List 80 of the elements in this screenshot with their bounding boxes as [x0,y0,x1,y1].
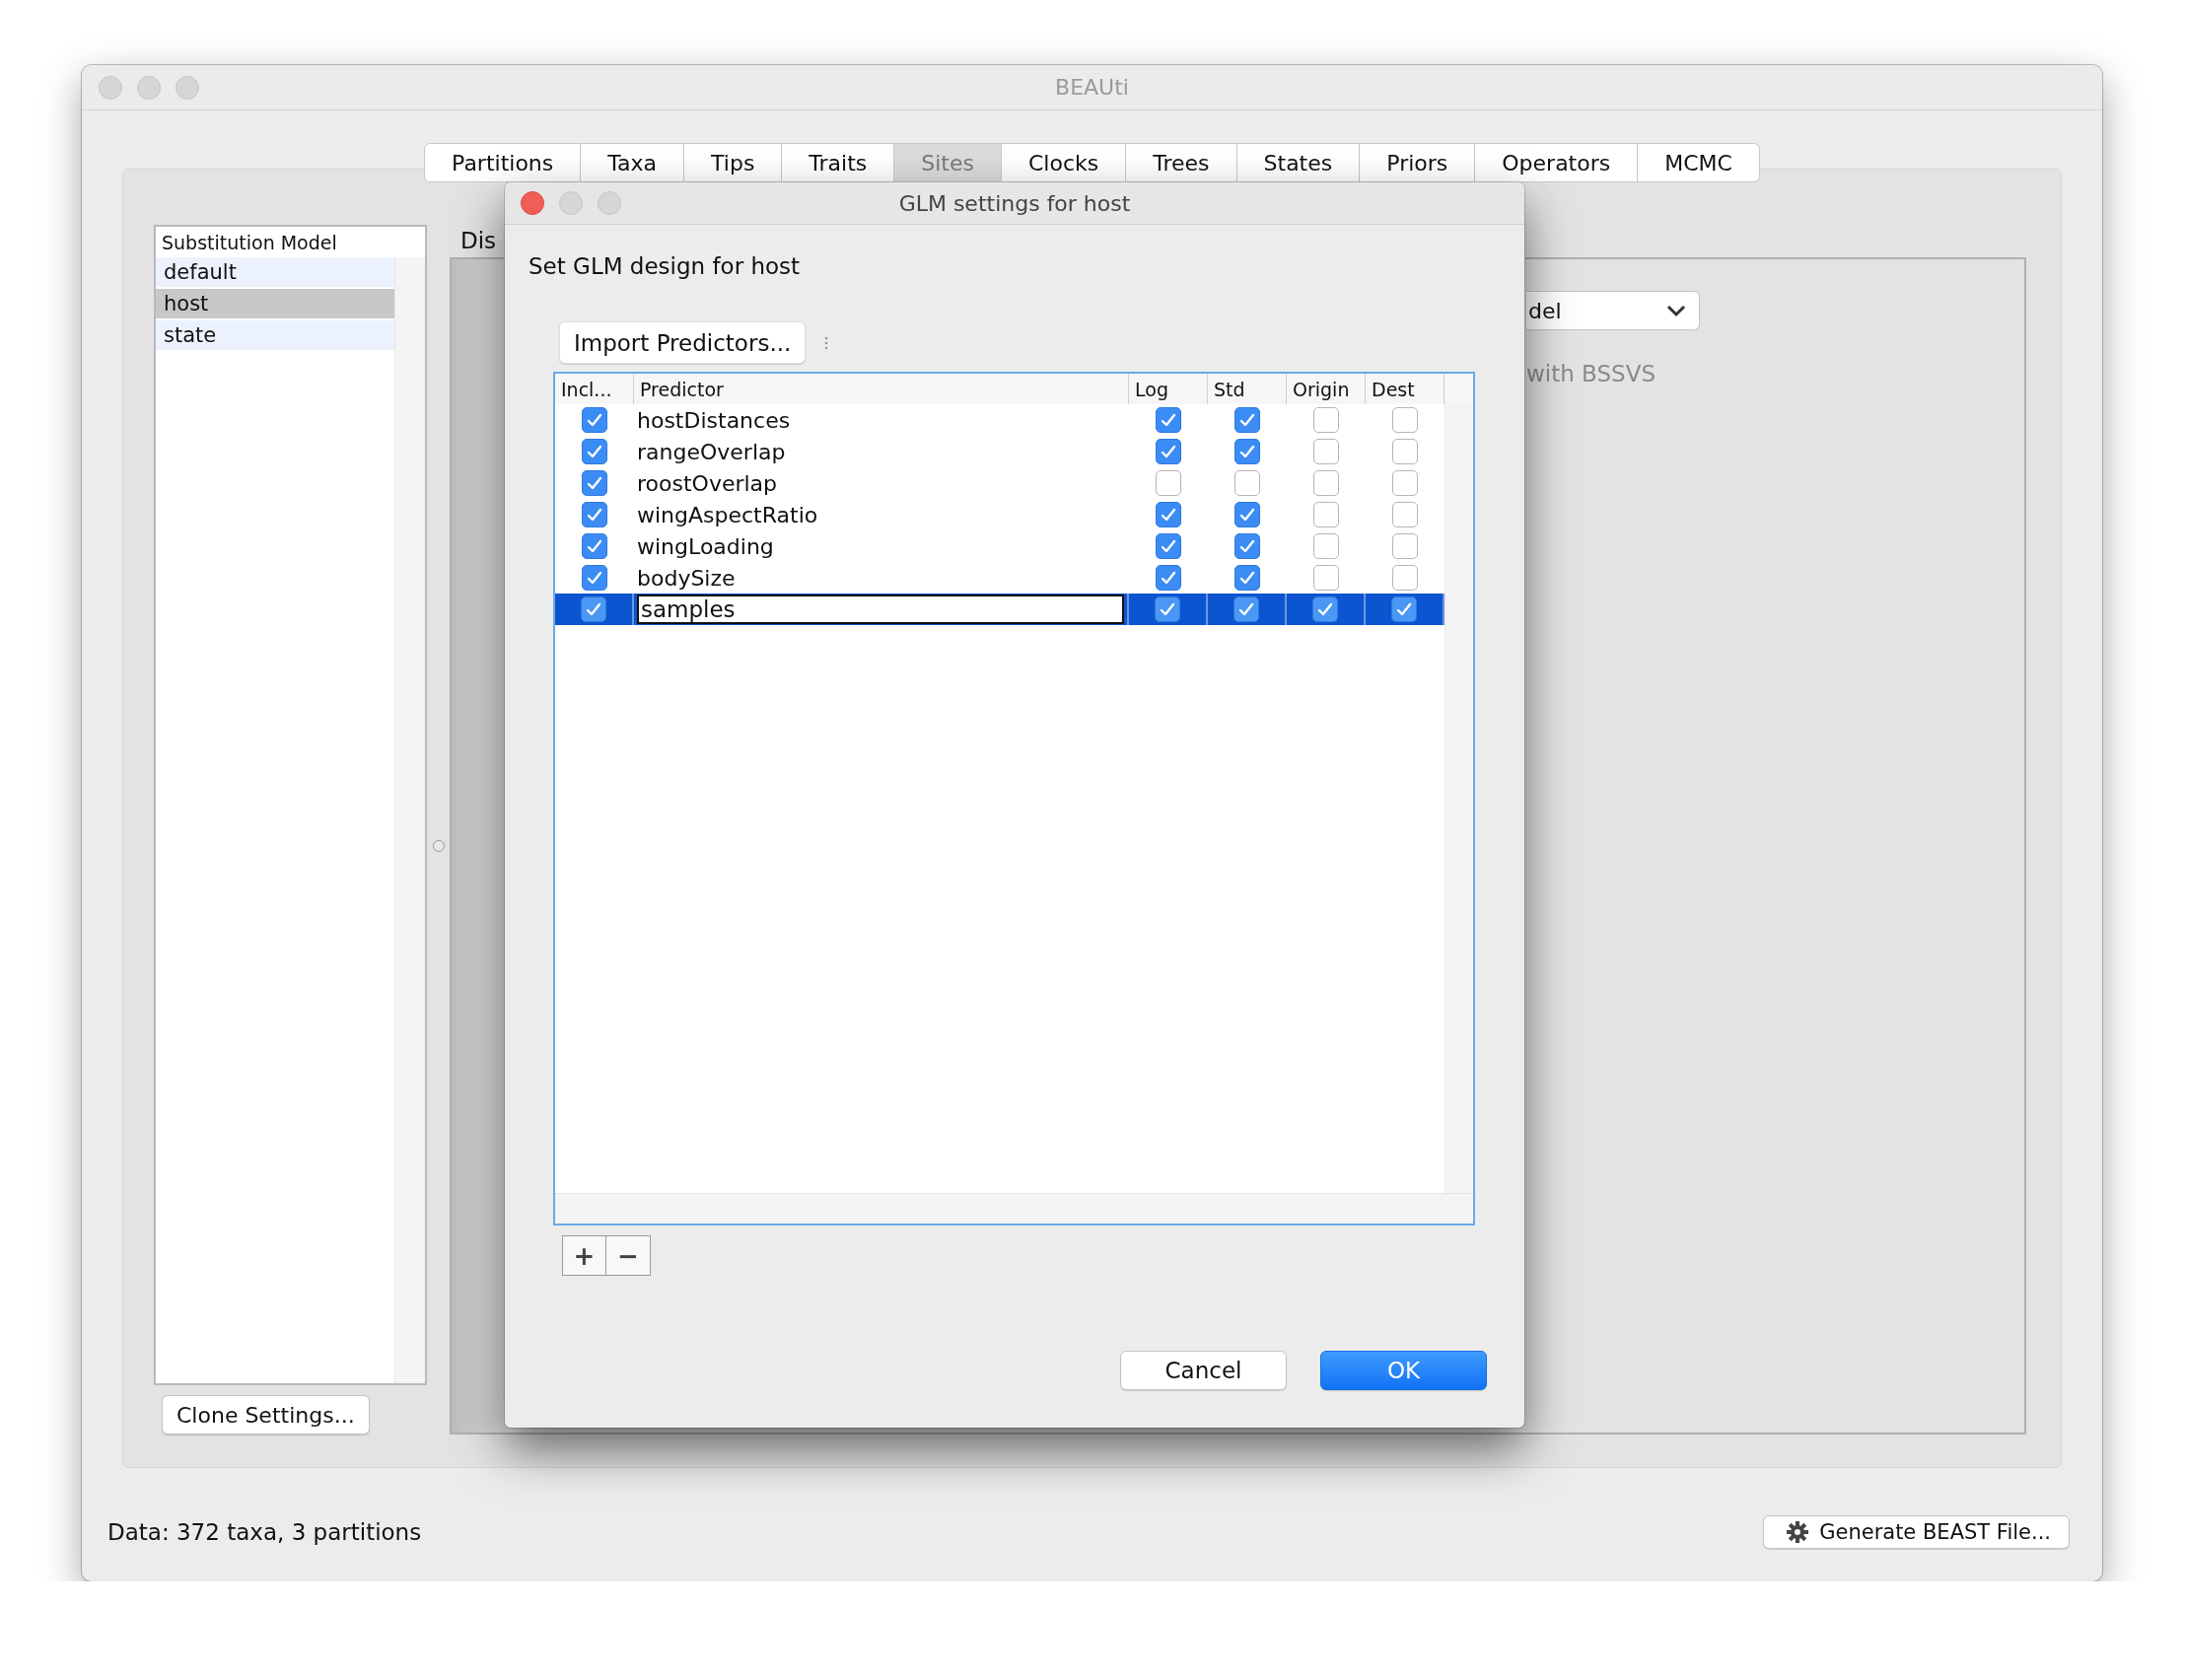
column-header[interactable]: Origin [1287,374,1366,404]
table-cell: wingAspectRatio [637,502,818,527]
checkbox[interactable] [1312,596,1338,622]
checkbox[interactable] [1156,407,1181,433]
checkbox[interactable] [1392,407,1418,433]
checkbox[interactable] [582,533,607,559]
checkbox[interactable] [1155,596,1180,622]
chevron-down-icon [1665,304,1687,317]
checkbox[interactable] [1234,565,1260,591]
tab[interactable]: Priors [1360,143,1476,182]
clone-settings-button[interactable]: Clone Settings... [162,1395,370,1435]
dialog-heading: Set GLM design for host [529,253,802,279]
checkbox[interactable] [1234,533,1260,559]
checkbox[interactable] [1313,533,1339,559]
column-header[interactable]: Std [1208,374,1287,404]
checkbox[interactable] [1313,439,1339,464]
checkbox[interactable] [1313,502,1339,527]
splitter-handle-icon[interactable] [432,840,445,852]
import-predictors-button[interactable]: Import Predictors... [559,321,807,364]
checkbox[interactable] [1156,439,1181,464]
tab[interactable]: Tips [684,143,783,182]
checkbox[interactable] [582,407,607,433]
checkbox[interactable] [1313,565,1339,591]
checkbox[interactable] [1234,407,1260,433]
table-cell: bodySize [637,565,736,591]
tab[interactable]: Trees [1126,143,1237,182]
cell-editor[interactable]: samples [637,595,1124,624]
tab[interactable]: MCMC [1638,143,1760,182]
window-control-button[interactable] [521,191,544,215]
tab[interactable]: Partitions [424,143,582,182]
add-button[interactable]: + [562,1235,606,1276]
table-cell: rangeOverlap [637,439,786,464]
column-header[interactable]: Incl... [555,374,634,404]
section-title: Dis [459,227,498,255]
column-header[interactable]: Log [1129,374,1208,404]
list-item[interactable]: state [156,320,394,352]
checkbox[interactable] [1156,502,1181,527]
checkbox[interactable] [1233,596,1259,622]
checkbox[interactable] [1313,407,1339,433]
option-label: with BSSVS [1526,361,1656,386]
checkbox[interactable] [1156,565,1181,591]
dialog-button[interactable]: Cancel [1120,1351,1287,1390]
checkbox[interactable] [1313,470,1339,496]
table-cell: hostDistances [637,407,791,433]
table-cell: wingLoading [637,533,774,559]
column-header[interactable]: Predictor [634,374,1129,404]
default-button[interactable]: OK [1320,1351,1487,1390]
checkbox[interactable] [1392,439,1418,464]
checkbox[interactable] [1392,533,1418,559]
checkbox[interactable] [582,439,607,464]
checkbox[interactable] [582,470,607,496]
dots-icon [823,334,830,351]
generate-button[interactable]: Generate BEAST File... [1763,1515,2070,1549]
list-header: Substitution Model [162,231,337,253]
checkbox[interactable] [1391,596,1417,622]
checkbox[interactable] [1392,470,1418,496]
checkbox[interactable] [1234,439,1260,464]
checkbox[interactable] [1234,502,1260,527]
window-title: BEAUti [1055,75,1129,100]
list-item[interactable]: host [156,289,394,320]
dialog-title: GLM settings for host [898,190,1131,216]
checkbox[interactable] [1234,470,1260,496]
checkbox[interactable] [1156,533,1181,559]
tab[interactable]: Operators [1475,143,1639,182]
checkbox[interactable] [581,596,606,622]
tab[interactable]: States [1236,143,1361,182]
status-text: Data: 372 taxa, 3 partitions [107,1519,422,1545]
model-dropdown[interactable]: del [1526,291,1700,330]
list-item[interactable]: default [156,257,394,289]
checkbox[interactable] [1392,565,1418,591]
tab[interactable]: Traits [782,143,895,182]
gear-icon [1786,1520,1810,1544]
checkbox[interactable] [1392,502,1418,527]
tab[interactable]: Clocks [1002,143,1127,182]
checkbox[interactable] [582,565,607,591]
checkbox[interactable] [1156,470,1181,496]
table-cell: roostOverlap [637,470,778,496]
tab[interactable]: Taxa [581,143,685,182]
remove-button[interactable]: − [606,1235,651,1276]
checkbox[interactable] [582,502,607,527]
